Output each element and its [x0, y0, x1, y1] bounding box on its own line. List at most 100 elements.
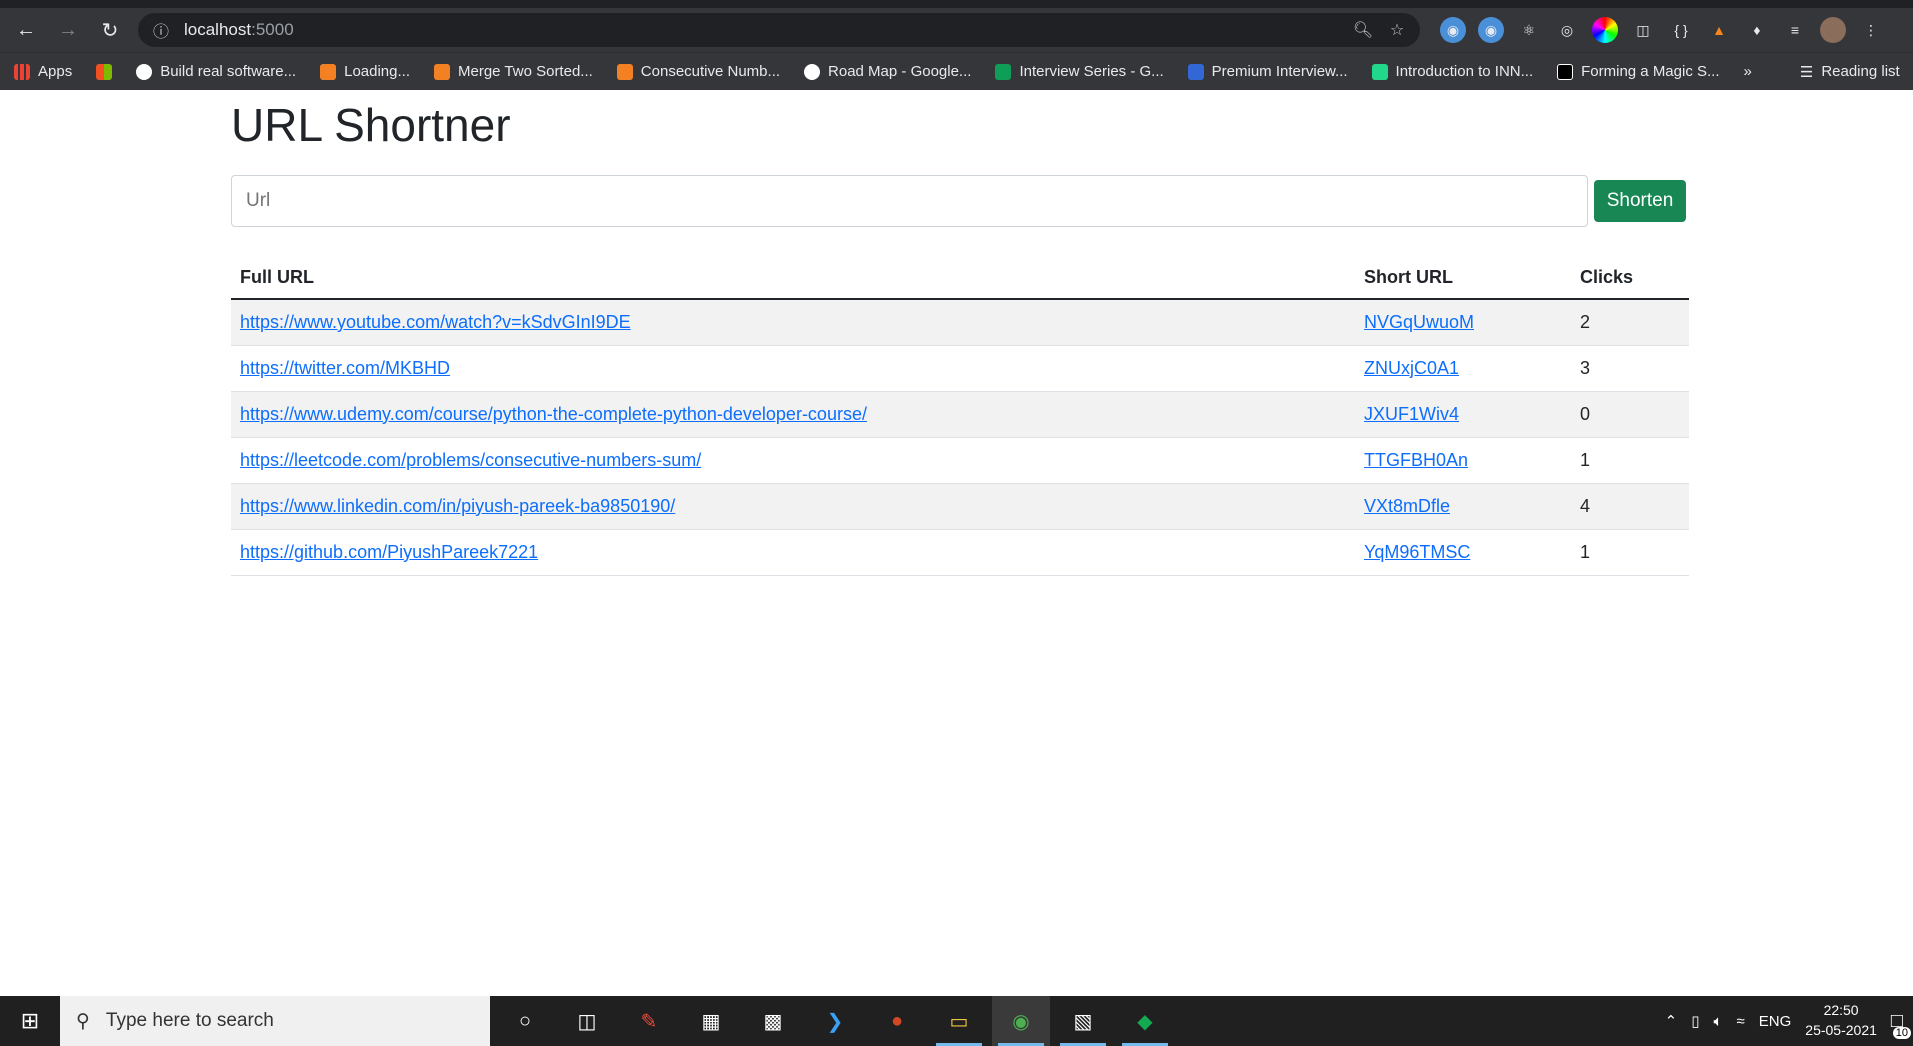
back-icon[interactable]: ← [12, 16, 40, 44]
json-icon[interactable]: { } [1668, 17, 1694, 43]
full-url-link[interactable]: https://www.udemy.com/course/python-the-… [240, 404, 867, 424]
stackoverflow-icon [434, 63, 450, 80]
bookmark-apps[interactable]: Apps [14, 63, 72, 80]
taskbar-search[interactable]: ⚲ Type here to search [60, 996, 490, 1046]
url-port: :5000 [251, 20, 294, 39]
full-url-link[interactable]: https://leetcode.com/problems/consecutiv… [240, 450, 701, 470]
bookmark-item[interactable]: Loading... [320, 63, 410, 80]
short-url-link[interactable]: YqM96TMSC [1364, 542, 1470, 562]
omnibox[interactable]: ⓘ localhost:5000 🔍︎ ☆ [138, 13, 1420, 47]
info-icon[interactable]: ⓘ [150, 19, 172, 41]
extension-icon[interactable]: ◎ [1554, 17, 1580, 43]
table-row: https://www.youtube.com/watch?v=kSdvGInI… [231, 299, 1689, 346]
bookmark-item[interactable]: Forming a Magic S... [1557, 63, 1720, 80]
title-bar [0, 0, 1913, 8]
main-container: URL Shortner Shorten Full URL Short URL … [231, 90, 1689, 576]
cortana-icon[interactable]: ○ [496, 996, 554, 1046]
extension-icon[interactable]: ◉ [1440, 17, 1466, 43]
extensions-row: ◉ ◉ ⚛ ◎ ◫ { } ▲ ♦ ≡ ⋮ [1440, 17, 1884, 43]
full-url-link[interactable]: https://twitter.com/MKBHD [240, 358, 450, 378]
globe-icon [804, 63, 821, 80]
table-header: Full URL Short URL Clicks [231, 251, 1689, 301]
search-placeholder: Type here to search [105, 1010, 274, 1031]
full-url-link[interactable]: https://www.youtube.com/watch?v=kSdvGInI… [240, 312, 631, 332]
bookmark-icon [1187, 63, 1204, 80]
mysql-icon[interactable]: ▩ [744, 996, 802, 1046]
reload-icon[interactable]: ↻ [96, 16, 124, 44]
bookmark-item[interactable]: Road Map - Google... [804, 63, 971, 80]
hackerrank-icon [1557, 63, 1574, 80]
table-row: https://www.udemy.com/course/python-the-… [231, 391, 1689, 438]
bookmark-item[interactable]: Build real software... [136, 63, 296, 80]
shield-icon [136, 63, 153, 80]
media-icon[interactable]: ≡ [1782, 17, 1808, 43]
volume-icon[interactable]: 🔈︎ [1714, 1013, 1723, 1030]
forward-icon[interactable]: → [54, 16, 82, 44]
bookmark-item[interactable]: Merge Two Sorted... [434, 63, 593, 80]
paint-icon[interactable]: ✎ [620, 996, 678, 1046]
table-row: https://twitter.com/MKBHD ZNUxjC0A1 3 [231, 345, 1689, 392]
bookmark-item[interactable]: Introduction to INN... [1371, 63, 1533, 80]
color-picker-icon[interactable] [1592, 17, 1618, 43]
table-row: https://leetcode.com/problems/consecutiv… [231, 437, 1689, 484]
clicks-count: 1 [1571, 437, 1689, 484]
clicks-count: 3 [1571, 345, 1689, 392]
clipboard-icon[interactable]: ◫ [1630, 17, 1656, 43]
terminal-icon[interactable]: ▧ [1054, 996, 1112, 1046]
task-view-icon[interactable]: ◫ [558, 996, 616, 1046]
bookmarks-bar: Apps Build real software... Loading... M… [0, 52, 1913, 90]
bookmark-microsoft[interactable] [96, 63, 113, 80]
photos-icon[interactable]: ▦ [682, 996, 740, 1046]
file-explorer-icon[interactable]: ▭ [930, 996, 988, 1046]
avatar[interactable] [1820, 17, 1846, 43]
extension-icon[interactable]: ◉ [1478, 17, 1504, 43]
header-clicks: Clicks [1571, 251, 1689, 301]
clock[interactable]: 22:50 25-05-2021 [1805, 1001, 1877, 1040]
windows-start-icon[interactable]: ⊞ [0, 996, 60, 1046]
shorten-button[interactable]: Shorten [1594, 180, 1686, 223]
taskbar-apps: ○ ◫ ✎ ▦ ▩ ❯ ● ▭ ◉ ▧ ◆ [496, 996, 1174, 1046]
short-url-link[interactable]: VXt8mDfle [1364, 496, 1450, 516]
chevron-up-icon[interactable]: ⌃ [1665, 1012, 1678, 1030]
chrome-icon[interactable]: ◉ [992, 996, 1050, 1046]
clicks-count: 0 [1571, 391, 1689, 438]
clicks-count: 1 [1571, 529, 1689, 576]
bookmark-item[interactable]: Consecutive Numb... [616, 63, 780, 80]
bookmark-item[interactable]: Premium Interview... [1187, 63, 1348, 80]
zoom-icon[interactable]: 🔍︎ [1352, 19, 1374, 41]
notifications-icon[interactable]: □ 10 [1891, 1010, 1911, 1039]
stackoverflow-icon [320, 63, 337, 80]
vscode-icon[interactable]: ❯ [806, 996, 864, 1046]
language-indicator[interactable]: ENG [1759, 1013, 1792, 1030]
urls-table: Full URL Short URL Clicks https://www.yo… [231, 251, 1689, 576]
short-url-link[interactable]: ZNUxjC0A1 [1364, 358, 1459, 378]
bookmarks-overflow[interactable]: » [1744, 63, 1752, 80]
reading-list[interactable]: ☰ Reading list [1800, 63, 1900, 81]
star-icon[interactable]: ☆ [1386, 19, 1408, 41]
short-url-link[interactable]: JXUF1Wiv4 [1364, 404, 1459, 424]
bookmark-item[interactable]: Interview Series - G... [995, 63, 1164, 80]
short-url-link[interactable]: TTGFBH0An [1364, 450, 1468, 470]
full-url-link[interactable]: https://github.com/PiyushPareek7221 [240, 542, 538, 562]
page-content: URL Shortner Shorten Full URL Short URL … [0, 90, 1913, 1008]
menu-icon[interactable]: ⋮ [1858, 17, 1884, 43]
full-url-link[interactable]: https://www.linkedin.com/in/piyush-paree… [240, 496, 675, 516]
address-bar: ← → ↻ ⓘ localhost:5000 🔍︎ ☆ ◉ ◉ ⚛ ◎ ◫ { … [0, 8, 1913, 52]
shorten-form: Shorten [231, 175, 1689, 228]
url-input[interactable] [231, 175, 1588, 228]
clock-date: 25-05-2021 [1805, 1022, 1877, 1038]
puzzle-icon[interactable]: ♦ [1744, 17, 1770, 43]
system-tray: ⌃ ▯ 🔈︎ ≈ ENG 22:50 25-05-2021 □ 10 [1665, 1001, 1913, 1040]
header-short-url: Short URL [1355, 251, 1571, 301]
search-icon: ⚲ [76, 1010, 90, 1032]
metamask-icon[interactable]: ▲ [1706, 17, 1732, 43]
page-title: URL Shortner [231, 99, 511, 151]
wifi-icon[interactable]: ≈ [1737, 1013, 1745, 1030]
clock-time: 22:50 [1823, 1002, 1859, 1019]
short-url-link[interactable]: NVGqUwuoM [1364, 312, 1474, 332]
react-icon[interactable]: ⚛ [1516, 17, 1542, 43]
battery-icon[interactable]: ▯ [1691, 1012, 1699, 1030]
mongodb-icon[interactable]: ◆ [1116, 996, 1174, 1046]
stackoverflow-icon [616, 63, 633, 80]
powerpoint-icon[interactable]: ● [868, 996, 926, 1046]
